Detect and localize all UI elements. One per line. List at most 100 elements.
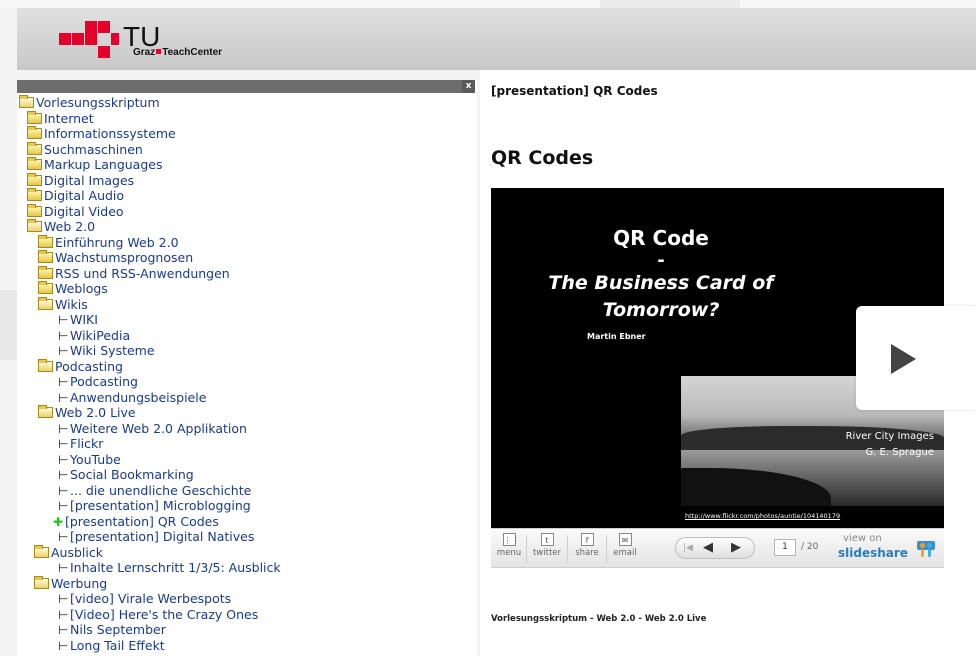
folder-open-icon xyxy=(38,296,53,310)
tree-item[interactable]: ⊢ WikiPedia xyxy=(58,328,130,343)
tree-item-label: Weitere Web 2.0 Applikation xyxy=(70,420,247,436)
folder-icon xyxy=(38,234,53,248)
view-on-label[interactable]: view on xyxy=(843,533,882,544)
tree-item[interactable]: ⊢ Podcasting xyxy=(58,374,138,389)
tree-item[interactable]: ⊢ Social Bookmarking xyxy=(58,467,194,482)
tree-item-label: Wikis xyxy=(55,296,88,312)
tree-item-label: Wachstumsprognosen xyxy=(55,250,194,265)
tree-folder[interactable]: Digital Audio xyxy=(27,188,124,203)
tree-item-current[interactable]: ✚ [presentation] QR Codes xyxy=(53,514,219,529)
page-title: QR Codes xyxy=(491,147,594,169)
top-strip xyxy=(0,0,976,8)
tree-item[interactable]: ⊢ [presentation] Microblogging xyxy=(58,498,251,513)
tree-item-label: Digital Audio xyxy=(44,188,125,203)
tree-folder[interactable]: Werbung xyxy=(34,575,108,591)
tree-item-label: Markup Languages xyxy=(44,157,163,172)
tree-item[interactable]: ⊢ Weitere Web 2.0 Applikation xyxy=(58,421,247,436)
first-slide-button[interactable]: |◀ xyxy=(678,540,698,556)
tree-item[interactable]: ⊢ [presentation] Digital Natives xyxy=(58,529,254,544)
next-slide-button[interactable]: ▶ xyxy=(726,540,746,556)
facebook-icon: f xyxy=(580,533,594,546)
tree-folder[interactable]: Wachstumsprognosen xyxy=(38,250,193,265)
tree-item-label: Weblogs xyxy=(55,281,108,296)
tree-item-label: Flickr xyxy=(70,436,104,451)
tree-item-label: Social Bookmarking xyxy=(70,467,194,482)
tree-folder[interactable]: RSS und RSS-Anwendungen xyxy=(38,265,230,281)
tree-item[interactable]: ⊢ YouTube xyxy=(58,452,121,467)
tree-item[interactable]: ⊢... die unendliche Geschichte xyxy=(58,483,251,498)
folder-icon xyxy=(38,265,53,279)
tree-item-label: WIKI xyxy=(70,312,98,327)
tree-folder[interactable]: Web 2.0 xyxy=(27,219,95,234)
logo-blocks-icon xyxy=(59,19,119,59)
tree-item[interactable]: ⊢ Inhalte Lernschritt 1/3/5: Ausblick xyxy=(58,560,281,575)
tree-folder[interactable]: Informationssysteme xyxy=(27,126,176,141)
tree-branch-icon: ⊢ xyxy=(58,468,69,482)
tree-folder[interactable]: Digital Video xyxy=(27,203,124,219)
tree-item[interactable]: ⊢ WIKI xyxy=(58,312,98,327)
tree-folder[interactable]: Podcasting xyxy=(38,358,123,374)
site-header: TU Graz TeachCenter xyxy=(17,8,976,70)
tree-item-label: Inhalte Lernschritt 1/3/5: Ausblick xyxy=(70,560,281,575)
tu-graz-logo[interactable]: TU Graz TeachCenter xyxy=(59,19,259,59)
tree-folder[interactable]: Weblogs xyxy=(38,281,108,296)
slide-photo-link[interactable]: http://www.flickr.com/photos/auntie/1041… xyxy=(685,512,840,520)
tree-branch-icon: ⊢ xyxy=(58,592,69,606)
tree-folder[interactable]: Suchmaschinen xyxy=(27,141,143,157)
twitter-icon: t xyxy=(540,533,554,546)
tree-item-label: [presentation] Digital Natives xyxy=(70,529,255,544)
sidebar-close-button[interactable]: x xyxy=(462,80,475,93)
tree-item-label: Informationssysteme xyxy=(44,126,176,141)
tree-item[interactable]: ⊢ [video] Virale Werbespots xyxy=(58,591,231,606)
tree-folder[interactable]: Markup Languages xyxy=(27,157,162,172)
tree-branch-icon: ⊢ xyxy=(58,437,69,451)
slide-title-line: QR Code xyxy=(613,226,709,250)
tree-item-label: Digital Video xyxy=(44,203,124,219)
tree-folder[interactable]: Ausblick xyxy=(34,544,103,560)
slide-title-dash: - xyxy=(657,250,665,271)
tree-branch-icon: ⊢ xyxy=(58,375,69,389)
tree-folder[interactable]: Einführung Web 2.0 xyxy=(38,234,179,250)
tree-folder[interactable]: Digital Images xyxy=(27,172,134,188)
page-total: / 20 xyxy=(801,542,819,552)
tree-item[interactable]: ⊢ Nils September xyxy=(58,622,166,637)
tree-folder[interactable]: Web 2.0 Live xyxy=(38,405,136,420)
page-breadcrumb-title: [presentation] QR Codes xyxy=(491,84,658,98)
menu-button[interactable]: ⋮⋮ menu xyxy=(495,532,523,564)
tree-item-label: Einführung Web 2.0 xyxy=(55,234,179,250)
tree-item-label: Anwendungsbeispiele xyxy=(70,389,207,405)
folder-icon xyxy=(27,126,42,139)
play-button[interactable] xyxy=(856,306,976,410)
tree-branch-icon: ⊢ xyxy=(58,328,69,343)
tree-branch-icon: ⊢ xyxy=(58,530,69,544)
tree-item[interactable]: ⊢ Long Tail Effekt xyxy=(58,638,165,653)
tree-folder[interactable]: Internet xyxy=(27,110,94,126)
tree-folder[interactable]: Vorlesungsskriptum xyxy=(19,95,160,110)
page-number-input[interactable]: 1 xyxy=(774,539,796,556)
tree-item[interactable]: ⊢ Flickr xyxy=(58,436,103,451)
twitter-button[interactable]: t twitter xyxy=(530,532,564,564)
tree-branch-icon: ⊢ xyxy=(58,561,69,575)
prev-slide-button[interactable]: ◀ xyxy=(698,540,718,556)
folder-icon xyxy=(27,157,42,170)
folder-icon xyxy=(27,203,42,217)
email-button[interactable]: ✉ email xyxy=(610,532,640,564)
tree-item[interactable]: ⊢ Wiki Systeme xyxy=(58,343,155,358)
grid-icon: ⋮⋮ xyxy=(502,533,520,546)
tree-folder[interactable]: Wikis xyxy=(38,296,88,312)
slideshare-icon xyxy=(917,541,935,557)
tree-item-label: [video] Virale Werbespots xyxy=(70,591,232,606)
tree-branch-icon: ⊢ xyxy=(58,623,69,637)
share-button[interactable]: f share xyxy=(571,532,603,564)
tree-item[interactable]: ⊢ [Video] Here's the Crazy Ones xyxy=(58,607,258,622)
tree-item-label: Web 2.0 xyxy=(44,219,96,234)
slideshare-toolbar: ⋮⋮ menu t twitter f share ✉ email |◀ ◀ ▶ 1 /… xyxy=(491,528,944,568)
folder-icon xyxy=(27,172,42,186)
tree-item[interactable]: ⊢ Anwendungsbeispiele xyxy=(58,390,206,405)
photo-credit: G. E. Sprague xyxy=(865,447,934,458)
slideshare-brand-link[interactable]: slideshare xyxy=(838,546,908,560)
photo-credit: River City Images xyxy=(845,431,934,442)
tree-item-label: Wiki Systeme xyxy=(70,343,155,358)
folder-open-icon xyxy=(34,544,49,558)
tree-item-label: Werbung xyxy=(51,575,108,591)
